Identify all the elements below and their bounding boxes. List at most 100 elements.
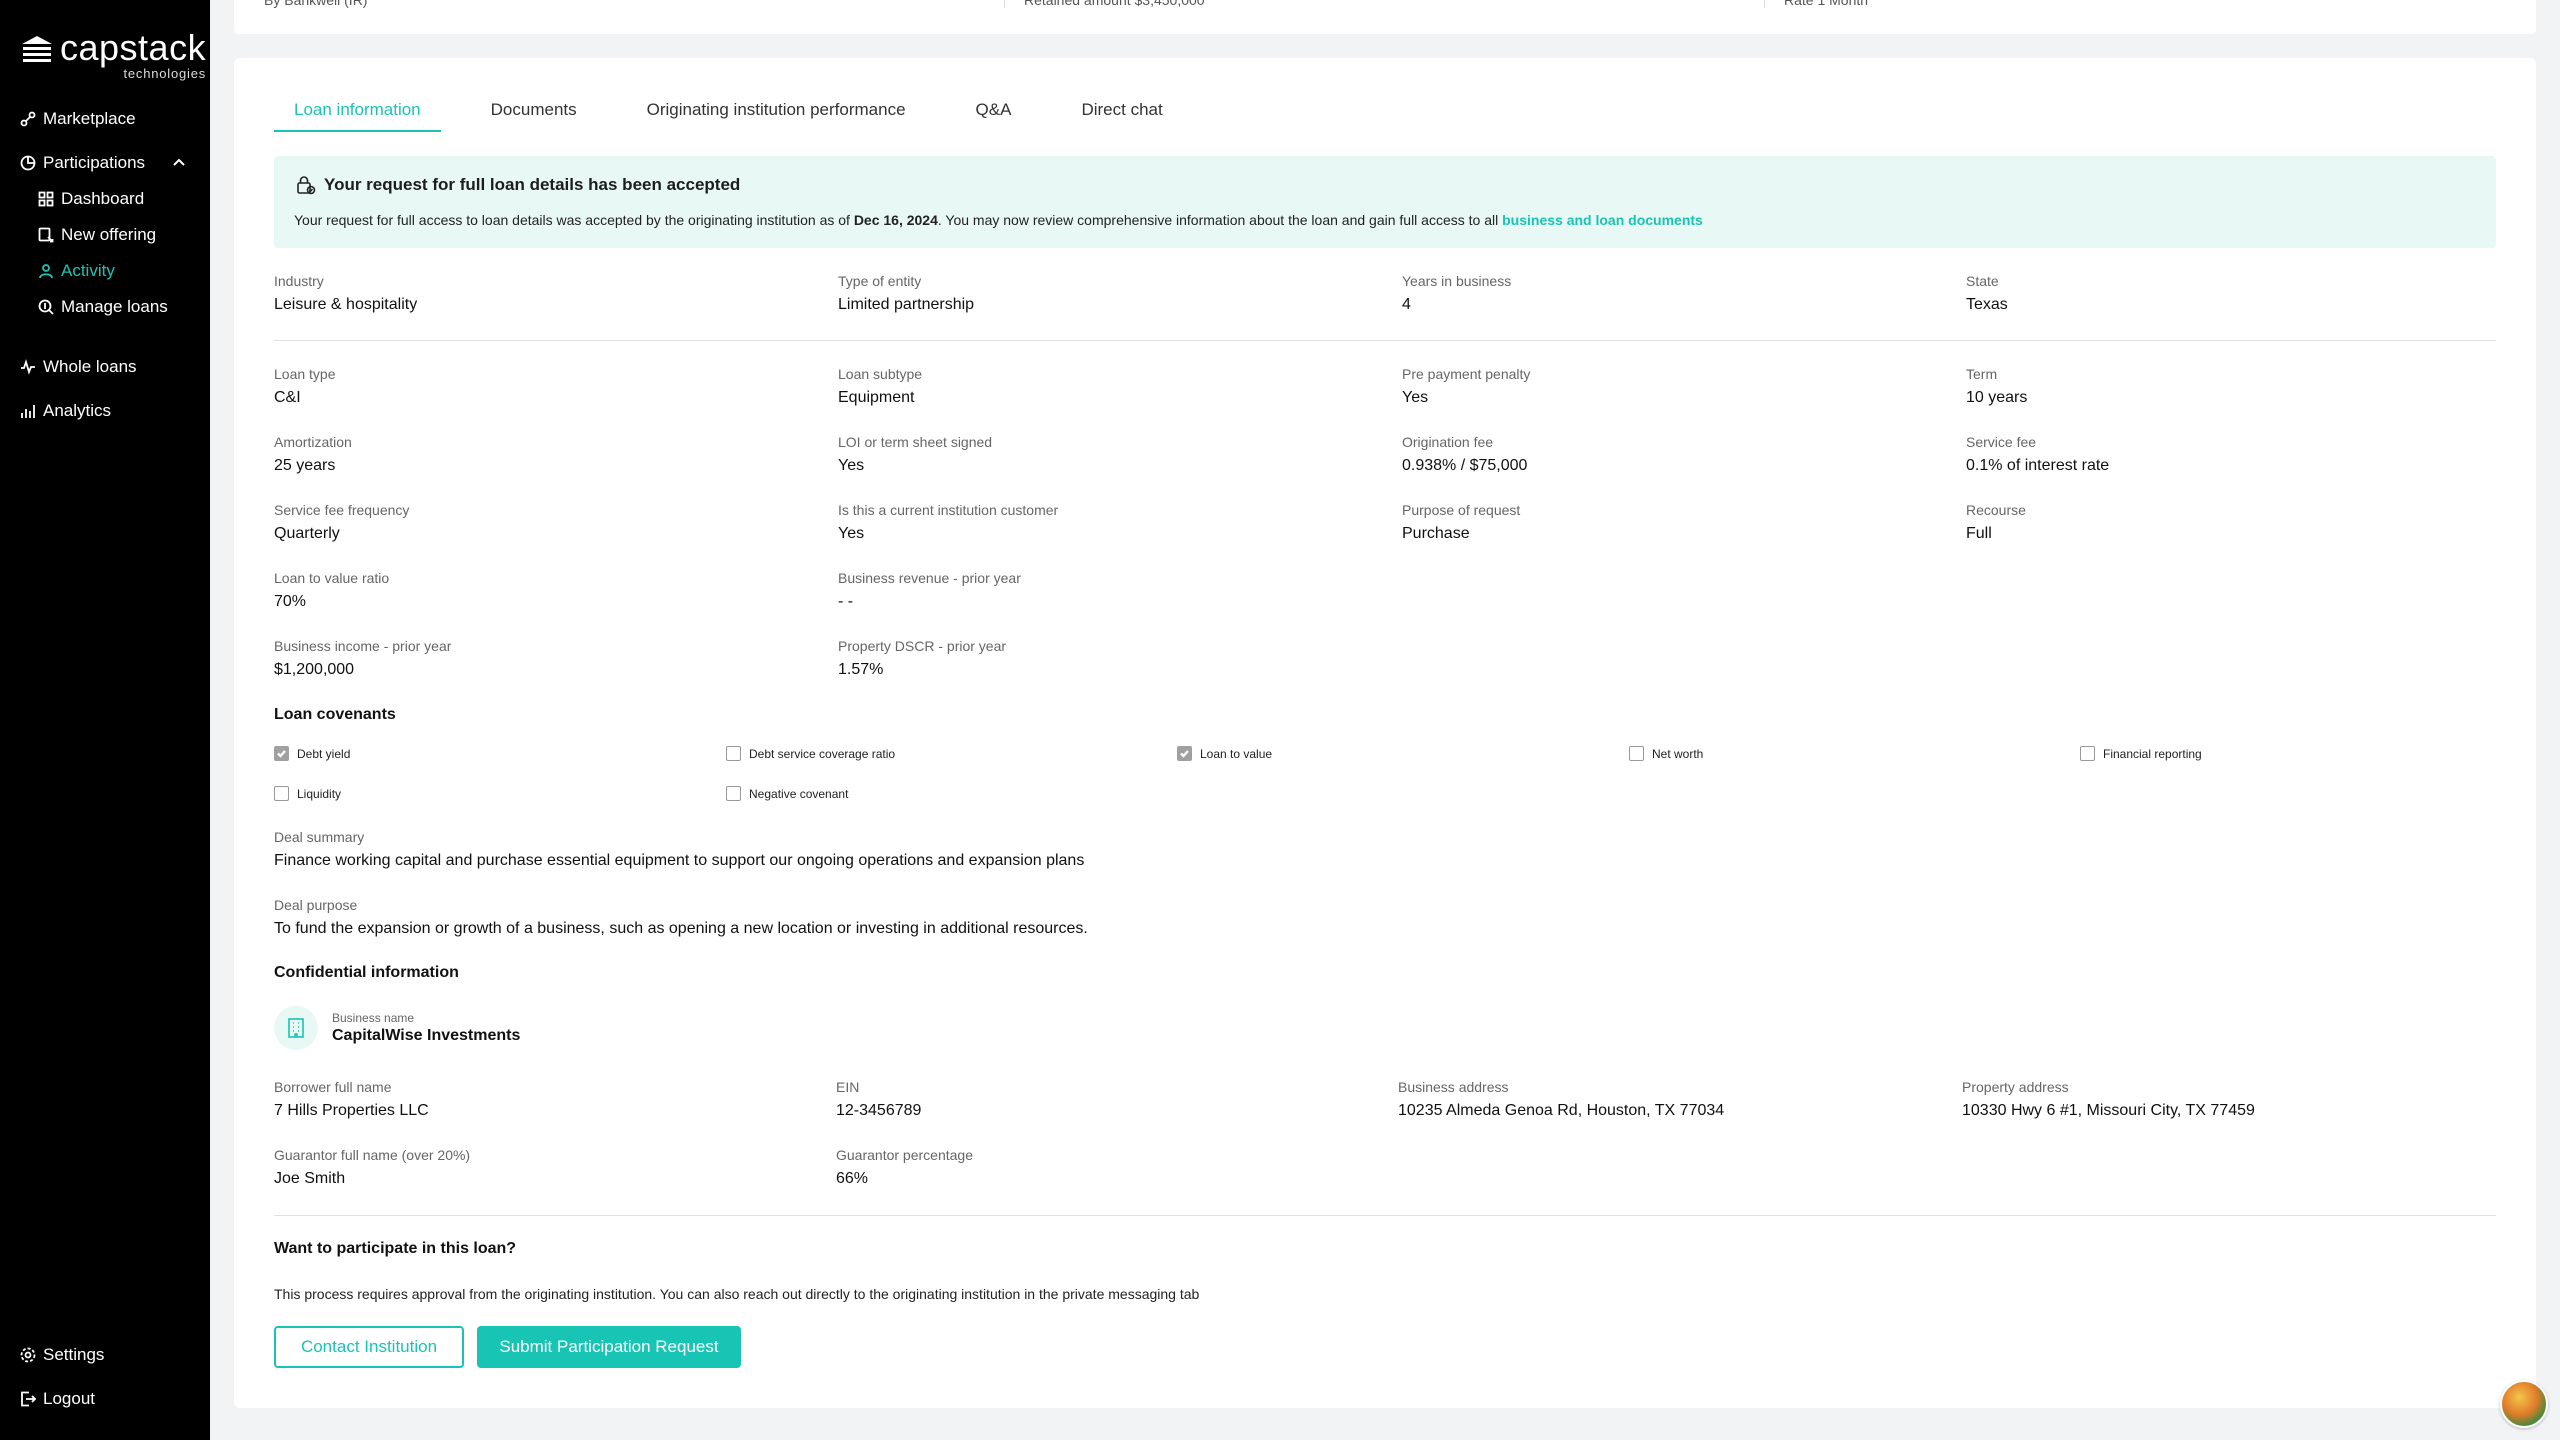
covenant-dscr[interactable]: Debt service coverage ratio (726, 746, 895, 761)
alert-title: Your request for full loan details has b… (324, 175, 741, 194)
field-label: Loan to value ratio (274, 570, 390, 586)
tab-documents[interactable]: Documents (471, 98, 597, 132)
sidebar-item-label: Dashboard (61, 189, 145, 208)
covenant-label: Financial reporting (2103, 746, 2202, 761)
field-label: Loan subtype (838, 366, 923, 382)
field-deal-summary: Deal summary Finance working capital and… (274, 828, 1084, 872)
field-label: Property address (1962, 1079, 2069, 1095)
new-offering-icon (38, 227, 54, 243)
field-origination-fee: Origination fee 0.938% / $75,000 (1402, 433, 1527, 477)
field-label: Guarantor percentage (836, 1147, 973, 1163)
checkbox[interactable] (2080, 746, 2095, 761)
divider (1004, 0, 1005, 8)
sidebar-item-label: Settings (43, 1345, 105, 1364)
field-label: Recourse (1966, 502, 2026, 518)
checkbox[interactable] (1177, 746, 1192, 761)
covenant-financial-reporting[interactable]: Financial reporting (2080, 746, 2202, 761)
checkbox[interactable] (726, 786, 741, 801)
field-loan-to-value: Loan to value ratio 70% (274, 569, 389, 613)
field-label: Business revenue - prior year (838, 570, 1021, 586)
field-value: Leisure & hospitality (274, 296, 418, 313)
field-label: Type of entity (838, 273, 922, 289)
participations-icon (20, 155, 36, 171)
field-service-fee: Service fee 0.1% of interest rate (1966, 433, 2109, 477)
sidebar-item-logout[interactable]: Logout (20, 1386, 95, 1412)
participate-description: This process requires approval from the … (274, 1286, 1200, 1302)
field-value: C&I (274, 389, 301, 406)
chevron-up-icon[interactable] (172, 156, 186, 170)
covenant-liquidity[interactable]: Liquidity (274, 786, 341, 801)
field-purpose-of-request: Purpose of request Purchase (1402, 501, 1520, 545)
tab-loan-information[interactable]: Loan information (274, 98, 441, 132)
loan-details-card: Loan information Documents Originating i… (234, 58, 2536, 1408)
logo-mark-icon (22, 36, 52, 62)
field-label: Term (1966, 366, 1998, 382)
field-label: Loan type (274, 366, 336, 382)
contact-institution-button[interactable]: Contact Institution (274, 1326, 464, 1368)
field-label: Industry (274, 273, 324, 289)
sidebar-item-new-offering[interactable]: New offering (38, 222, 156, 248)
logout-icon (20, 1391, 37, 1407)
field-value: 0.938% / $75,000 (1402, 457, 1528, 474)
field-term: Term 10 years (1966, 365, 2027, 409)
capstack-logo[interactable]: capstack technologies (20, 30, 206, 80)
covenant-label: Negative covenant (749, 786, 849, 801)
manage-loans-icon (38, 299, 54, 315)
summary-card: By Bankwell (IR) Retained amount $3,450,… (234, 0, 2536, 34)
check-icon (1180, 750, 1189, 758)
sidebar-item-label: Analytics (43, 401, 112, 420)
divider (274, 340, 2496, 341)
field-value: 25 years (274, 457, 336, 474)
sidebar-item-label: New offering (61, 225, 157, 244)
check-icon (277, 750, 286, 758)
sidebar-item-participations[interactable]: Participations (20, 150, 145, 176)
sidebar-item-label: Whole loans (43, 357, 137, 376)
participate-title: Want to participate in this loan? (274, 1240, 517, 1257)
sidebar-item-label: Manage loans (61, 297, 168, 316)
field-value: 0.1% of interest rate (1966, 457, 2110, 474)
gear-icon (20, 1347, 36, 1363)
field-value: Quarterly (274, 525, 340, 542)
covenant-net-worth[interactable]: Net worth (1629, 746, 1703, 761)
field-value: 66% (836, 1170, 869, 1187)
sidebar-item-dashboard[interactable]: Dashboard (38, 186, 144, 212)
field-guarantor-name: Guarantor full name (over 20%) Joe Smith (274, 1146, 470, 1190)
tab-qa[interactable]: Q&A (956, 98, 1032, 132)
field-label: Pre payment penalty (1402, 366, 1531, 382)
checkbox[interactable] (274, 746, 289, 761)
covenant-negative[interactable]: Negative covenant (726, 786, 848, 801)
field-type-of-entity: Type of entity Limited partnership (838, 272, 974, 316)
checkbox[interactable] (1629, 746, 1644, 761)
sidebar-item-settings[interactable]: Settings (20, 1342, 104, 1368)
field-value: $1,200,000 (274, 661, 355, 678)
field-value: Yes (1402, 389, 1429, 406)
business-documents-link[interactable]: business and loan documents (1502, 212, 1703, 228)
sidebar-item-marketplace[interactable]: Marketplace (20, 106, 136, 132)
field-label: Service fee (1966, 434, 2037, 450)
tab-originating-institution-performance[interactable]: Originating institution performance (627, 98, 926, 132)
field-value: To fund the expansion or growth of a bus… (274, 920, 1088, 937)
building-icon (274, 1006, 318, 1050)
sidebar-item-activity[interactable]: Activity (38, 258, 115, 284)
tab-direct-chat[interactable]: Direct chat (1061, 98, 1182, 132)
submit-participation-request-button[interactable]: Submit Participation Request (477, 1326, 741, 1368)
checkbox[interactable] (726, 746, 741, 761)
field-industry: Industry Leisure & hospitality (274, 272, 417, 316)
sidebar-item-analytics[interactable]: Analytics (20, 398, 111, 424)
sidebar-item-whole-loans[interactable]: Whole loans (20, 354, 137, 380)
field-state: State Texas (1966, 272, 2008, 316)
field-label: Property DSCR - prior year (838, 638, 1007, 654)
checkbox[interactable] (274, 786, 289, 801)
covenant-label: Liquidity (297, 786, 342, 801)
field-value: Purchase (1402, 525, 1470, 542)
field-business-revenue: Business revenue - prior year - - (838, 569, 1021, 613)
user-avatar[interactable] (2500, 1380, 2548, 1428)
sidebar-item-manage-loans[interactable]: Manage loans (38, 294, 168, 320)
field-value: Finance working capital and purchase ess… (274, 852, 1085, 869)
business-name-label: Business name (332, 1011, 415, 1025)
field-label: EIN (836, 1079, 860, 1095)
field-value: Texas (1966, 296, 2008, 313)
divider (274, 1215, 2496, 1216)
covenant-debt-yield[interactable]: Debt yield (274, 746, 350, 761)
covenant-loan-to-value[interactable]: Loan to value (1177, 746, 1272, 761)
